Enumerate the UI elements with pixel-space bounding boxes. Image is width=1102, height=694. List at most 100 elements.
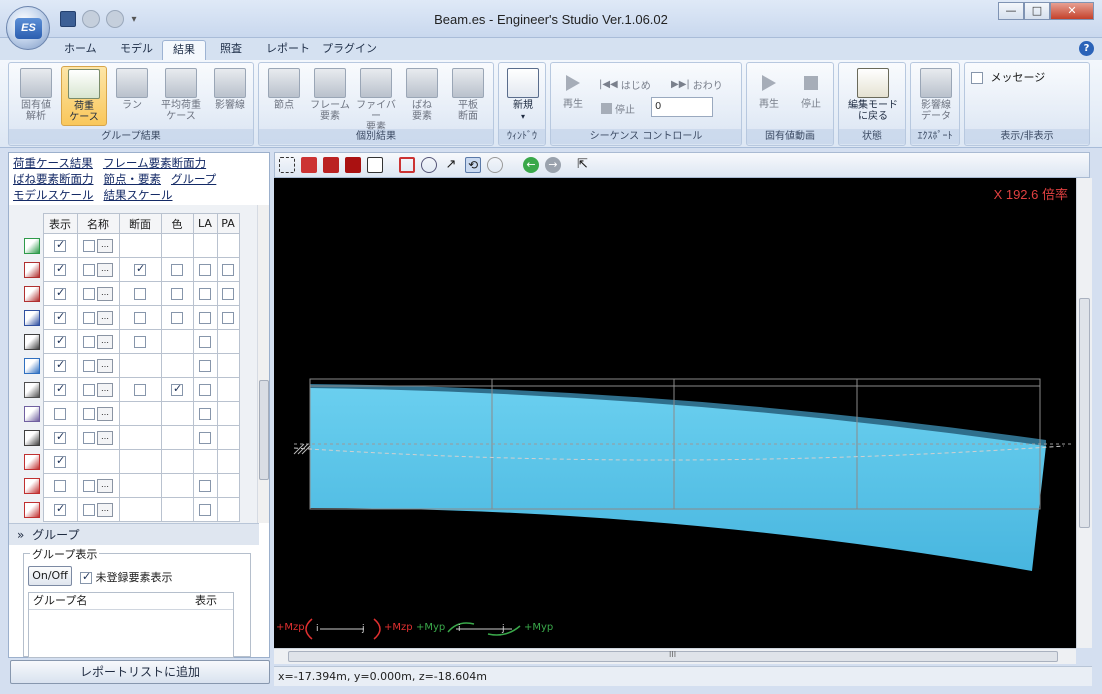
name-checkbox[interactable] (83, 335, 95, 348)
tab-check[interactable]: 照査 (210, 40, 252, 60)
message-checkbox[interactable] (971, 72, 983, 84)
name-options-button[interactable]: … (97, 286, 113, 301)
name-cell[interactable]: … (76, 257, 120, 282)
show-checkbox[interactable] (54, 358, 66, 372)
pa[interactable] (216, 281, 240, 306)
name-cell[interactable]: … (76, 473, 120, 498)
name-options-button[interactable]: … (97, 358, 113, 373)
pa[interactable] (216, 257, 240, 282)
show-checkbox[interactable] (54, 454, 66, 468)
frame-spinner[interactable]: 0 (651, 97, 713, 117)
show[interactable] (42, 497, 78, 522)
close-button[interactable]: ✕ (1050, 2, 1094, 20)
show-checkbox[interactable] (54, 334, 66, 348)
name-checkbox[interactable] (83, 407, 95, 420)
link-frame-section-force[interactable]: フレーム要素断面力 (103, 156, 206, 170)
name-cell[interactable]: … (76, 329, 120, 354)
name-checkbox[interactable] (83, 311, 95, 324)
section[interactable] (118, 377, 162, 402)
la[interactable] (192, 305, 218, 330)
la-checkbox[interactable] (199, 288, 211, 300)
name-options-button[interactable]: … (97, 406, 113, 421)
show[interactable] (42, 305, 78, 330)
name-cell[interactable]: … (76, 425, 120, 450)
show[interactable] (42, 329, 78, 354)
section-checkbox[interactable] (134, 336, 146, 348)
new-window-button[interactable]: 新規 ▾ (500, 66, 546, 126)
onoff-button[interactable]: On/Off (28, 566, 72, 586)
show[interactable] (42, 353, 78, 378)
name-cell[interactable]: … (76, 353, 120, 378)
la[interactable] (192, 281, 218, 306)
name-checkbox[interactable] (83, 479, 95, 492)
tab-plugin[interactable]: プラグイン (312, 40, 387, 60)
section-checkbox[interactable] (134, 288, 146, 300)
color-checkbox[interactable] (171, 264, 183, 276)
color-checkbox[interactable] (171, 382, 183, 396)
view-wire-icon[interactable] (367, 157, 383, 173)
tab-home[interactable]: ホーム (54, 40, 107, 60)
name-checkbox[interactable] (83, 239, 95, 252)
load-case-button[interactable]: 荷重 ケース (61, 66, 107, 126)
show[interactable] (42, 257, 78, 282)
group-section-header[interactable]: » グループ (9, 523, 259, 545)
name-options-button[interactable]: … (97, 310, 113, 325)
select-cursor-icon[interactable]: ⇱ (577, 157, 593, 173)
name-options-button[interactable]: … (97, 502, 113, 517)
view-front-icon[interactable] (323, 157, 339, 173)
la[interactable] (192, 257, 218, 282)
name-options-button[interactable]: … (97, 430, 113, 445)
show[interactable] (42, 473, 78, 498)
add-to-report-button[interactable]: レポートリストに追加 (10, 660, 270, 684)
color[interactable] (160, 305, 194, 330)
view-side-icon[interactable] (345, 157, 361, 173)
zoom-window-icon[interactable] (399, 157, 415, 173)
la[interactable] (192, 497, 218, 522)
forward-icon[interactable]: → (545, 157, 561, 173)
3d-viewport[interactable]: X 192.6 倍率 +Mzp i j +Mzp +Myp i j +Myp (274, 178, 1076, 648)
application-button[interactable]: ES (6, 6, 50, 50)
color[interactable] (160, 281, 194, 306)
show-checkbox[interactable] (54, 310, 66, 324)
pa[interactable] (216, 305, 240, 330)
la[interactable] (192, 401, 218, 426)
name-cell[interactable]: … (76, 233, 120, 258)
color-checkbox[interactable] (171, 288, 183, 300)
la-checkbox[interactable] (199, 432, 211, 444)
link-group[interactable]: グループ (171, 172, 216, 186)
section-checkbox[interactable] (134, 384, 146, 396)
section[interactable] (118, 257, 162, 282)
name-cell[interactable]: … (76, 305, 120, 330)
unregistered-toggle[interactable]: 未登録要素表示 (80, 569, 173, 585)
left-panel-scroll-thumb[interactable] (259, 380, 269, 480)
la-checkbox[interactable] (199, 504, 211, 516)
color-checkbox[interactable] (171, 312, 183, 324)
link-result-scale[interactable]: 結果スケール (104, 188, 173, 202)
la-checkbox[interactable] (199, 264, 211, 276)
pa-checkbox[interactable] (222, 264, 234, 276)
message-toggle[interactable]: メッセージ (971, 69, 1045, 85)
name-cell[interactable]: … (76, 281, 120, 306)
group-list[interactable]: グループ名 表示 (28, 592, 234, 658)
show-checkbox[interactable] (54, 262, 66, 276)
pan-arrow-icon[interactable]: ↗ (443, 157, 459, 173)
color[interactable] (160, 257, 194, 282)
show[interactable] (42, 449, 78, 474)
name-options-button[interactable]: … (97, 262, 113, 277)
zoom-out-icon[interactable] (421, 157, 437, 173)
la-checkbox[interactable] (199, 360, 211, 372)
name-options-button[interactable]: … (97, 238, 113, 253)
tab-model[interactable]: モデル (110, 40, 163, 60)
name-checkbox[interactable] (83, 383, 95, 396)
name-options-button[interactable]: … (97, 334, 113, 349)
tab-report[interactable]: レポート (256, 40, 320, 60)
target-icon[interactable] (487, 157, 503, 173)
show[interactable] (42, 281, 78, 306)
help-icon[interactable]: ? (1079, 41, 1094, 56)
name-checkbox[interactable] (83, 503, 95, 516)
show-checkbox[interactable] (54, 502, 66, 516)
link-load-case-results[interactable]: 荷重ケース結果 (13, 156, 93, 170)
la-checkbox[interactable] (199, 408, 211, 420)
minimize-button[interactable]: — (998, 2, 1024, 20)
name-cell[interactable]: … (76, 497, 120, 522)
